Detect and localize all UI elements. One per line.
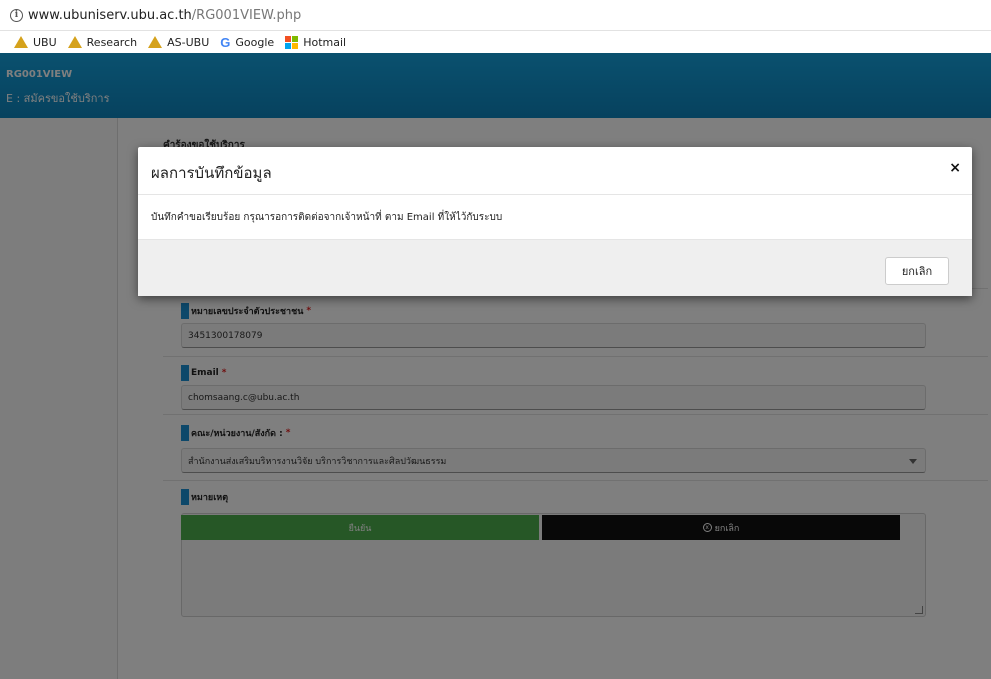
modal-footer: ยกเลิก xyxy=(138,239,972,296)
close-icon[interactable]: × xyxy=(949,160,961,176)
modal-body: บันทึกคำขอเรียบร้อย กรุณารอการติดต่อจากเ… xyxy=(138,195,972,239)
modal-title: ผลการบันทึกข้อมูล xyxy=(151,164,272,182)
ubu-logo-icon xyxy=(14,36,28,48)
modal-message: บันทึกคำขอเรียบร้อย กรุณารอการติดต่อจากเ… xyxy=(151,212,503,223)
windows-icon xyxy=(285,35,299,49)
ubu-logo-icon xyxy=(67,36,82,48)
url-path: /RG001VIEW.php xyxy=(191,7,302,23)
modal-header: ผลการบันทึกข้อมูล × xyxy=(138,147,972,195)
bookmark-ubu[interactable]: UBU xyxy=(14,36,57,49)
bookmarks-bar: UBU Research AS-UBU G Google Hotmail xyxy=(0,31,991,53)
bookmark-as-ubu[interactable]: AS-UBU xyxy=(148,36,209,49)
url-host: www.ubuniserv.ubu.ac.th xyxy=(28,7,192,23)
modal-cancel-button[interactable]: ยกเลิก xyxy=(885,257,949,285)
address-bar[interactable]: i www.ubuniserv.ubu.ac.th/RG001VIEW.php xyxy=(0,0,991,31)
ubu-logo-icon xyxy=(148,36,163,48)
bookmark-hotmail[interactable]: Hotmail xyxy=(285,35,346,49)
result-modal: ผลการบันทึกข้อมูล × บันทึกคำขอเรียบร้อย … xyxy=(138,147,972,296)
bookmark-google[interactable]: G Google xyxy=(220,35,274,50)
google-icon: G xyxy=(220,34,231,50)
info-icon[interactable]: i xyxy=(10,8,23,22)
bookmark-research[interactable]: Research xyxy=(67,36,137,49)
